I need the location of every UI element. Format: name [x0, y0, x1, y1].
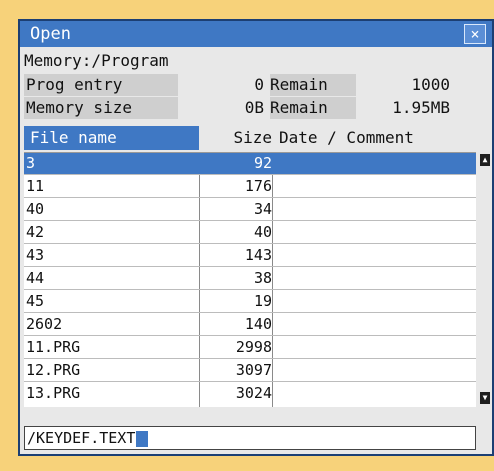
file-name-header[interactable]: File name: [24, 126, 199, 150]
dialog-body: Memory:/Program Prog entry 0 Remain 1000…: [20, 47, 492, 454]
prog-remain-value: 1000: [411, 75, 450, 94]
file-size-cell: 34: [253, 200, 272, 218]
file-name-cell: 12.PRG: [26, 361, 81, 379]
table-row[interactable]: 2602 140: [24, 314, 476, 335]
table-row[interactable]: 11 176: [24, 176, 476, 197]
prog-entry-value: 0: [254, 75, 264, 94]
text-cursor: [136, 430, 149, 447]
vertical-scrollbar[interactable]: ▲ ▼: [478, 152, 492, 406]
row-divider: [24, 197, 476, 198]
file-name-cell: 42: [26, 223, 45, 241]
prog-entry-label: Prog entry: [24, 74, 178, 96]
prog-remain-label: Remain: [270, 74, 356, 96]
table-row[interactable]: 44 38: [24, 268, 476, 289]
filename-input[interactable]: /KEYDEF.TEXT: [24, 426, 476, 450]
table-row[interactable]: 13.PRG 3024: [24, 383, 476, 404]
dialog-title: Open: [30, 24, 71, 44]
open-dialog: Open × Memory:/Program Prog entry 0 Rema…: [18, 19, 494, 456]
current-path: Memory:/Program: [24, 51, 169, 70]
memory-size-value: 0B: [244, 98, 264, 117]
file-name-cell: 3: [26, 154, 36, 172]
memory-remain-value: 1.95MB: [392, 98, 450, 117]
file-name-cell: 11.PRG: [26, 338, 81, 356]
file-name-cell: 45: [26, 292, 45, 310]
file-name-cell: 40: [26, 200, 45, 218]
row-divider: [24, 358, 476, 359]
table-row[interactable]: 45 19: [24, 291, 476, 312]
file-size-cell: 3024: [235, 384, 272, 402]
row-divider: [24, 174, 476, 175]
filename-input-value: /KEYDEF.TEXT: [27, 429, 136, 447]
file-name-cell: 44: [26, 269, 45, 287]
file-name-cell: 13.PRG: [26, 384, 81, 402]
file-name-cell: 2602: [26, 315, 63, 333]
row-divider: [24, 312, 476, 313]
scroll-down-arrow-icon[interactable]: ▼: [480, 392, 490, 404]
memory-remain-label: Remain: [270, 97, 356, 119]
row-divider: [24, 335, 476, 336]
row-divider: [24, 381, 476, 382]
file-name-cell: 43: [26, 246, 45, 264]
scroll-up-arrow-icon[interactable]: ▲: [480, 154, 490, 166]
file-size-cell: 140: [244, 315, 272, 333]
file-name-cell: 11: [26, 177, 45, 195]
file-size-cell: 40: [253, 223, 272, 241]
memory-size-label: Memory size: [24, 97, 178, 119]
table-row[interactable]: 40 34: [24, 199, 476, 220]
row-divider: [24, 266, 476, 267]
header-rest: Size Date / Comment: [199, 126, 478, 150]
row-divider: [24, 289, 476, 290]
file-size-cell: 2998: [235, 338, 272, 356]
file-size-cell: 176: [244, 177, 272, 195]
table-row[interactable]: 12.PRG 3097: [24, 360, 476, 381]
file-size-cell: 3097: [235, 361, 272, 379]
file-size-cell: 38: [253, 269, 272, 287]
table-row[interactable]: 43 143: [24, 245, 476, 266]
file-size-cell: 92: [253, 154, 272, 172]
table-header: File name Size Date / Comment: [24, 126, 478, 150]
table-row[interactable]: 42 40: [24, 222, 476, 243]
table-row[interactable]: 3 92: [24, 153, 476, 174]
close-button[interactable]: ×: [464, 24, 486, 44]
title-bar: Open ×: [20, 21, 492, 47]
table-row[interactable]: 11.PRG 2998: [24, 337, 476, 358]
size-header[interactable]: Size: [199, 126, 272, 150]
file-list: 3 92 11 176 40 34 42 40 43 143 44 38 45 …: [24, 152, 476, 407]
row-divider: [24, 243, 476, 244]
file-size-cell: 143: [244, 246, 272, 264]
row-divider: [24, 220, 476, 221]
file-size-cell: 19: [253, 292, 272, 310]
date-comment-header[interactable]: Date / Comment: [279, 126, 414, 150]
